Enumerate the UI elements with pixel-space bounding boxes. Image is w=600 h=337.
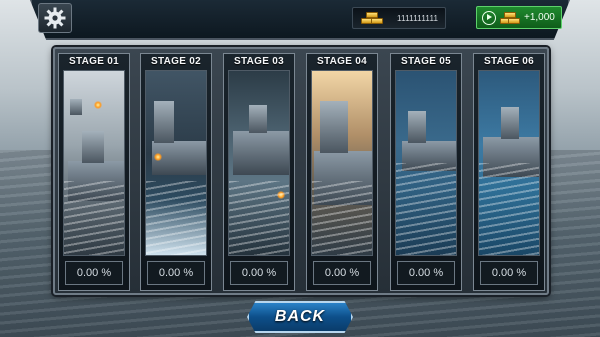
stage-card-06[interactable]: STAGE 06 0.00 % — [473, 53, 545, 291]
stage-image — [63, 70, 125, 256]
stage-title: STAGE 03 — [233, 56, 284, 67]
stage-image — [478, 70, 540, 256]
stage-progress: 0.00 % — [147, 261, 205, 285]
stage-image — [311, 70, 373, 256]
play-video-icon — [482, 10, 496, 25]
stage-title: STAGE 06 — [483, 56, 534, 67]
stage-progress: 0.00 % — [65, 261, 123, 285]
stage-progress: 0.00 % — [230, 261, 288, 285]
stage-card-02[interactable]: STAGE 02 0.00 % — [140, 53, 212, 291]
stage-card-04[interactable]: STAGE 04 0.00 % — [306, 53, 378, 291]
back-button-label: BACK — [274, 308, 326, 325]
gold-counter: 1111111111 — [352, 7, 446, 29]
stage-progress: 0.00 % — [313, 261, 371, 285]
stage-card-03[interactable]: STAGE 03 0.00 % — [223, 53, 295, 291]
stage-title: STAGE 01 — [68, 56, 119, 67]
stage-image — [145, 70, 207, 256]
back-button[interactable]: BACK — [247, 301, 353, 333]
gold-amount: 1111111111 — [397, 13, 439, 23]
video-reward-amount: +1,000 — [524, 12, 555, 23]
settings-button[interactable] — [38, 3, 72, 33]
stage-title: STAGE 05 — [400, 56, 451, 67]
watch-video-reward-button[interactable]: +1,000 — [476, 6, 562, 29]
stage-title: STAGE 02 — [150, 56, 201, 67]
stage-progress: 0.00 % — [397, 261, 455, 285]
stage-progress: 0.00 % — [480, 261, 538, 285]
gold-bars-icon — [361, 10, 385, 26]
stage-image — [228, 70, 290, 256]
gold-bars-icon — [500, 10, 520, 26]
stage-card-05[interactable]: STAGE 05 0.00 % — [390, 53, 462, 291]
stage-card-01[interactable]: STAGE 01 0.00 % — [58, 53, 130, 291]
gear-icon — [44, 7, 66, 29]
stage-image — [395, 70, 457, 256]
stage-title: STAGE 04 — [316, 56, 367, 67]
